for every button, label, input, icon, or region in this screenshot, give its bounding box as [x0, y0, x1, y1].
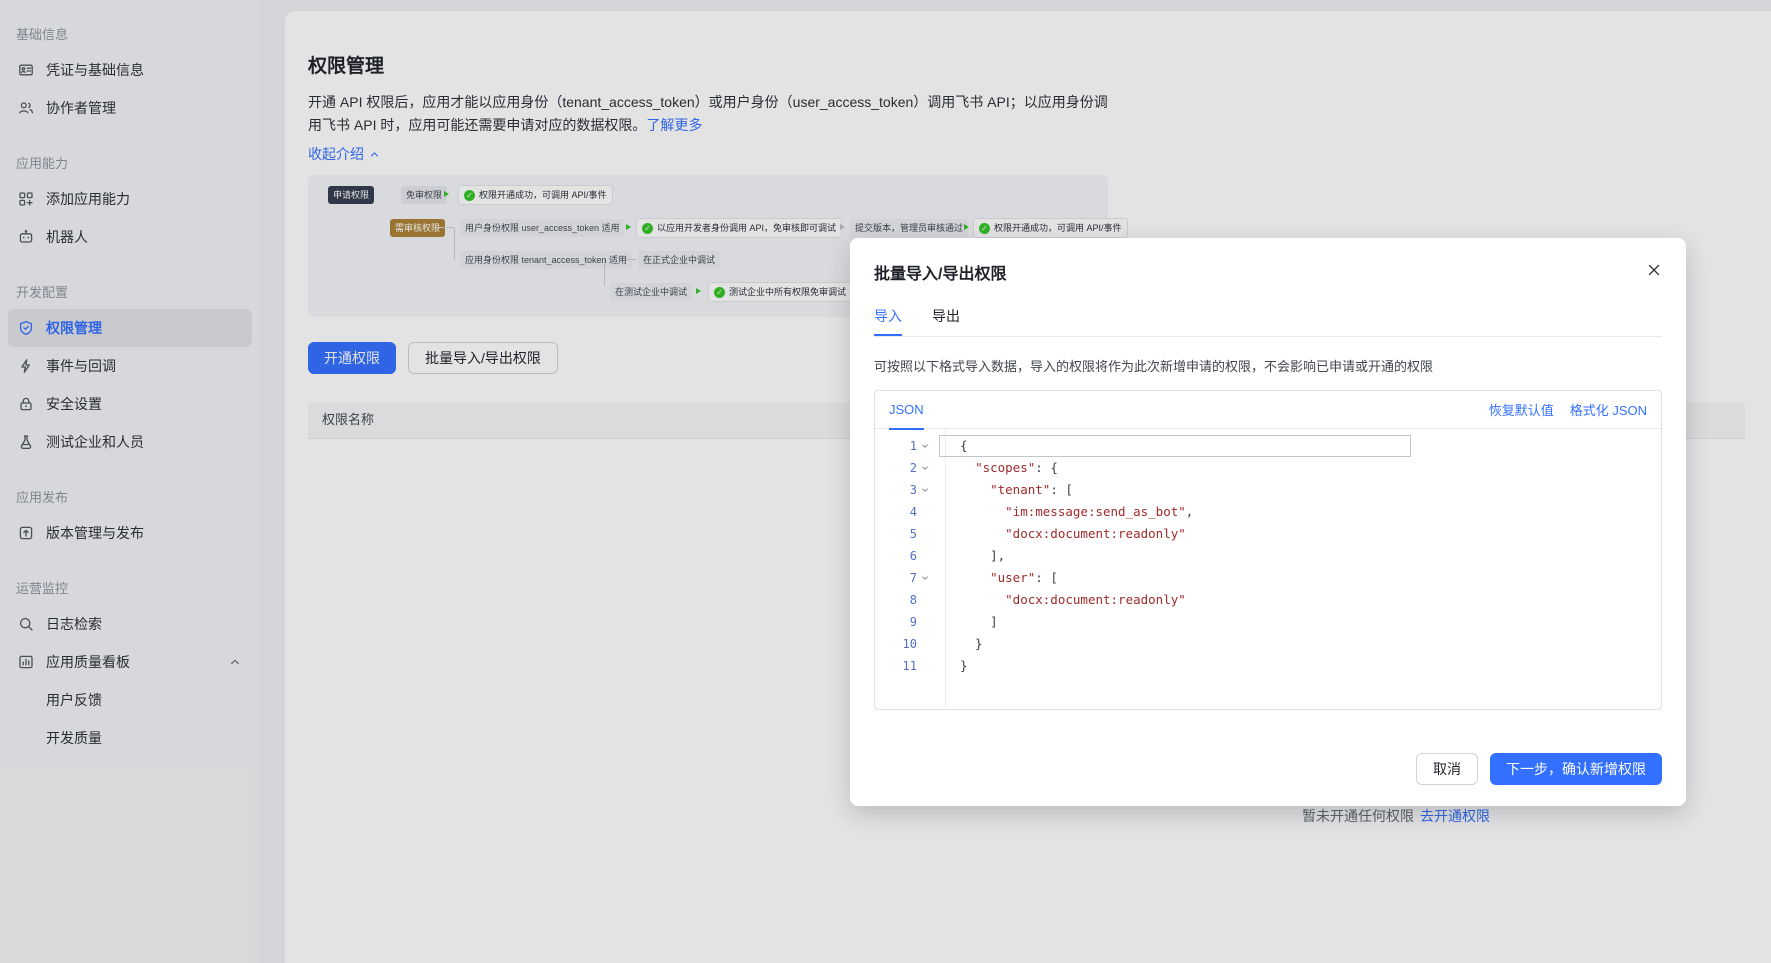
- fold-toggle-icon[interactable]: [917, 567, 933, 589]
- modal-description: 可按照以下格式导入数据，导入的权限将作为此次新增申请的权限，不会影响已申请或开通…: [874, 359, 1434, 374]
- code-line[interactable]: 5 "docx:document:readonly": [875, 523, 1661, 545]
- code-text: "im:message:send_as_bot",: [1005, 504, 1194, 519]
- confirm-add-permission-button[interactable]: 下一步，确认新增权限: [1490, 753, 1662, 785]
- json-code-area[interactable]: 1{2 "scopes": {3 "tenant": [4 "im:messag…: [875, 429, 1661, 709]
- line-number: 6: [909, 549, 917, 563]
- code-line[interactable]: 2 "scopes": {: [875, 457, 1661, 479]
- modal-tabs: 导入 导出: [874, 300, 1662, 337]
- code-text: "docx:document:readonly": [1005, 592, 1186, 607]
- editor-actions: 恢复默认值 格式化 JSON: [1489, 400, 1647, 419]
- code-text: "user": [: [990, 570, 1058, 585]
- fold-toggle-icon[interactable]: [917, 457, 933, 479]
- line-number: 10: [902, 637, 917, 651]
- tab-export[interactable]: 导出: [932, 306, 960, 336]
- code-text: }: [960, 636, 983, 651]
- code-line[interactable]: 4 "im:message:send_as_bot",: [875, 501, 1661, 523]
- code-text: "docx:document:readonly": [1005, 526, 1186, 541]
- code-line[interactable]: 10 }: [875, 633, 1661, 655]
- code-line[interactable]: 11}: [875, 655, 1661, 677]
- code-line[interactable]: 6 ],: [875, 545, 1661, 567]
- code-text: {: [960, 438, 968, 453]
- code-text: ],: [960, 548, 1006, 563]
- code-line[interactable]: 3 "tenant": [: [875, 479, 1661, 501]
- batch-import-export-modal: 批量导入/导出权限 导入 导出 可按照以下格式导入数据，导入的权限将作为此次新增…: [850, 238, 1686, 806]
- cancel-button[interactable]: 取消: [1416, 753, 1478, 785]
- editor-header: JSON 恢复默认值 格式化 JSON: [875, 391, 1661, 430]
- line-number: 1: [909, 439, 917, 453]
- line-number: 7: [909, 571, 917, 585]
- tab-json[interactable]: JSON: [889, 391, 924, 430]
- modal-footer: 取消 下一步，确认新增权限: [1416, 753, 1662, 785]
- tab-import[interactable]: 导入: [874, 306, 902, 336]
- restore-default-link[interactable]: 恢复默认值: [1489, 400, 1554, 419]
- close-icon[interactable]: [1642, 258, 1666, 282]
- line-number: 5: [909, 527, 917, 541]
- code-line[interactable]: 9 ]: [875, 611, 1661, 633]
- line-number: 9: [909, 615, 917, 629]
- line-number: 3: [909, 483, 917, 497]
- modal-title: 批量导入/导出权限: [874, 266, 1007, 283]
- code-text: "scopes": {: [975, 460, 1058, 475]
- format-json-link[interactable]: 格式化 JSON: [1570, 400, 1647, 419]
- code-text: }: [960, 658, 968, 673]
- code-line[interactable]: 7 "user": [: [875, 567, 1661, 589]
- line-number: 4: [909, 505, 917, 519]
- code-line[interactable]: 8 "docx:document:readonly": [875, 589, 1661, 611]
- line-number: 8: [909, 593, 917, 607]
- fold-toggle-icon[interactable]: [917, 435, 933, 457]
- code-line[interactable]: 1{: [875, 435, 1661, 457]
- code-text: "tenant": [: [990, 482, 1073, 497]
- fold-toggle-icon[interactable]: [917, 479, 933, 501]
- line-number: 11: [902, 659, 917, 673]
- code-text: ]: [960, 614, 998, 629]
- line-number: 2: [909, 461, 917, 475]
- json-editor-panel: JSON 恢复默认值 格式化 JSON 1{2 "scopes": {3 "te…: [874, 390, 1662, 710]
